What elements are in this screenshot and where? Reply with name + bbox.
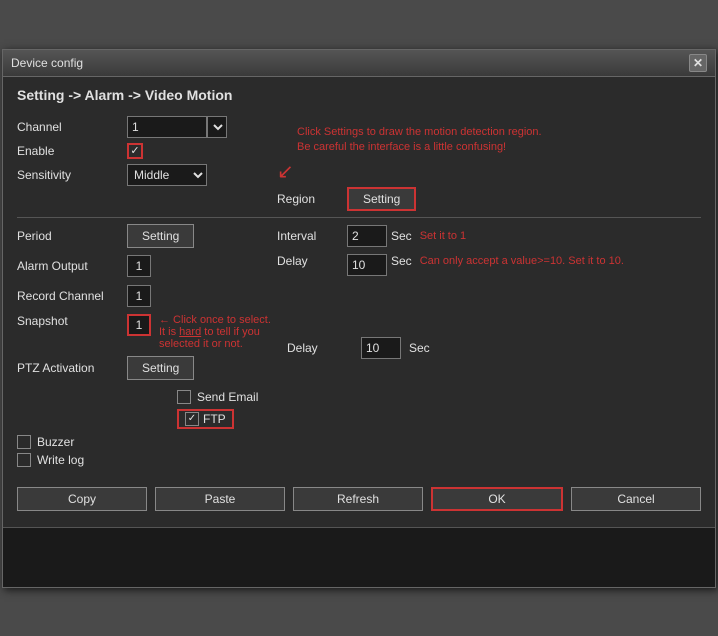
snapshot-note: ← Click once to select. It is hard to te… (159, 314, 277, 350)
ftp-box: FTP (177, 409, 234, 429)
buzzer-label: Buzzer (37, 435, 74, 449)
send-email-row: Send Email (177, 390, 701, 404)
arrow-icon: ↙ (277, 159, 701, 184)
ok-button[interactable]: OK (431, 487, 563, 511)
interval-row: Interval Sec Set it to 1 (277, 224, 701, 248)
sensitivity-row: Sensitivity Low Middle High (17, 163, 277, 187)
record-channel-label: Record Channel (17, 289, 127, 303)
delay-note: Can only accept a value>=10. Set it to 1… (420, 254, 624, 268)
bottom-section: Send Email FTP (17, 390, 701, 429)
channel-input[interactable] (127, 116, 207, 138)
ptz-delay-sec: Sec (409, 341, 430, 355)
spacer-row-1 (277, 284, 701, 310)
interval-note: Set it to 1 (420, 230, 466, 242)
enable-checkbox[interactable] (127, 143, 143, 159)
title-bar: Device config ✕ (3, 50, 715, 77)
two-col-section: Period Setting Alarm Output 1 Record Cha… (17, 224, 701, 386)
delay-input[interactable] (347, 254, 387, 276)
region-label: Region (277, 192, 347, 206)
buzzer-row: Buzzer (17, 435, 701, 449)
ftp-checkbox[interactable] (185, 412, 199, 426)
ftp-row: FTP (177, 409, 701, 429)
channel-label: Channel (17, 120, 127, 134)
right-note: Click Settings to draw the motion detect… (287, 115, 701, 187)
snapshot-label: Snapshot (17, 314, 127, 328)
ptz-label: PTZ Activation (17, 361, 127, 375)
sensitivity-label: Sensitivity (17, 168, 127, 182)
snapshot-row: Snapshot 1 ← Click once to select. It is… (17, 314, 277, 350)
spacer-row-2 (277, 310, 701, 336)
snapshot-value[interactable]: 1 (127, 314, 151, 336)
copy-button[interactable]: Copy (17, 487, 147, 511)
paste-button[interactable]: Paste (155, 487, 285, 511)
sensitivity-select[interactable]: Low Middle High (127, 164, 207, 186)
channel-row: Channel 1 (17, 115, 277, 139)
extra-checkboxes: Buzzer Write log (17, 435, 701, 467)
window-title: Device config (11, 56, 83, 70)
period-label: Period (17, 229, 127, 243)
writelog-checkbox[interactable] (17, 453, 31, 467)
enable-row: Enable (17, 139, 277, 163)
interval-label: Interval (277, 229, 347, 243)
record-channel-value[interactable]: 1 (127, 285, 151, 307)
record-channel-row: Record Channel 1 (17, 284, 277, 308)
note-container: Click Settings to draw the motion detect… (297, 125, 701, 185)
ftp-label: FTP (203, 412, 226, 426)
period-row: Period Setting (17, 224, 277, 248)
alarm-output-row: Alarm Output 1 (17, 254, 277, 278)
ptz-setting-button[interactable]: Setting (127, 356, 194, 380)
writelog-label: Write log (37, 453, 84, 467)
device-config-window: Device config ✕ Setting -> Alarm -> Vide… (2, 49, 716, 588)
divider-1 (17, 217, 701, 218)
region-setting-button[interactable]: Setting (347, 187, 416, 211)
cancel-button[interactable]: Cancel (571, 487, 701, 511)
left-fields: Channel 1 Enable Sensitivity (17, 115, 277, 187)
footer-buttons: Copy Paste Refresh OK Cancel (17, 477, 701, 511)
top-section: Channel 1 Enable Sensitivity (17, 115, 701, 187)
note-line2: Be careful the interface is a little con… (297, 140, 701, 155)
alarm-output-value[interactable]: 1 (127, 255, 151, 277)
ptz-delay-input[interactable] (361, 337, 401, 359)
delay-sec: Sec (391, 254, 412, 268)
refresh-button[interactable]: Refresh (293, 487, 423, 511)
ptz-row: PTZ Activation Setting (17, 356, 277, 380)
channel-select-wrap: 1 (127, 116, 227, 138)
delay-label: Delay (277, 254, 347, 268)
col-right: Interval Sec Set it to 1 Delay Sec Can o… (277, 224, 701, 386)
bottom-strip (3, 527, 715, 587)
ptz-delay-row: Delay Sec (287, 336, 701, 360)
breadcrumb: Setting -> Alarm -> Video Motion (17, 87, 701, 103)
note-line1: Click Settings to draw the motion detect… (297, 125, 701, 140)
region-row: Region Setting (17, 187, 701, 211)
delay-row: Delay Sec Can only accept a value>=10. S… (277, 254, 701, 278)
alarm-output-label: Alarm Output (17, 259, 127, 273)
buzzer-checkbox[interactable] (17, 435, 31, 449)
interval-input[interactable] (347, 225, 387, 247)
send-email-label: Send Email (197, 390, 258, 404)
close-button[interactable]: ✕ (689, 54, 707, 72)
ptz-delay-label: Delay (287, 341, 357, 355)
send-email-checkbox[interactable] (177, 390, 191, 404)
channel-dropdown[interactable]: 1 (207, 116, 227, 138)
col-left: Period Setting Alarm Output 1 Record Cha… (17, 224, 277, 386)
interval-sec: Sec (391, 229, 412, 243)
content-area: Setting -> Alarm -> Video Motion Channel… (3, 77, 715, 521)
period-setting-button[interactable]: Setting (127, 224, 194, 248)
enable-label: Enable (17, 144, 127, 158)
writelog-row: Write log (17, 453, 701, 467)
